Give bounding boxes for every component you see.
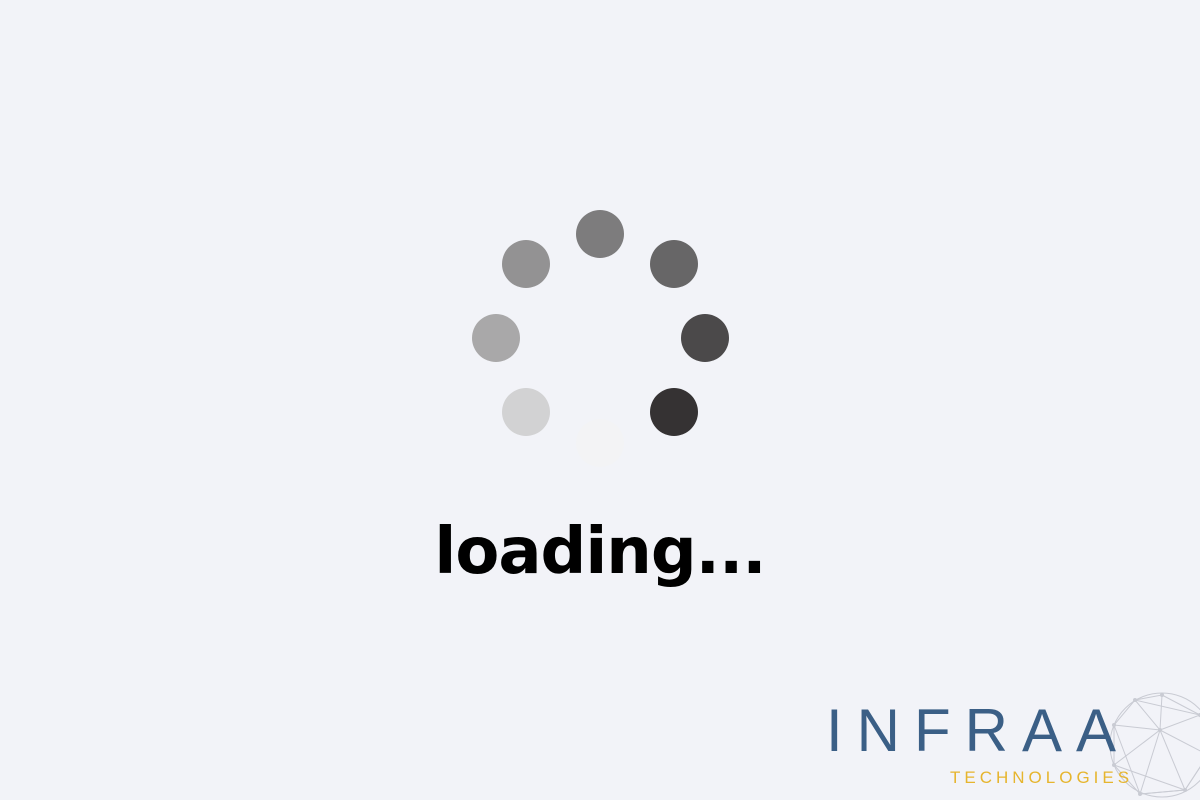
loading-screen: loading... INFRAA TECHNOLOGIES	[0, 0, 1200, 800]
spinner-dot	[576, 210, 624, 258]
brand-tagline: TECHNOLOGIES	[950, 768, 1134, 787]
spinner-dot	[502, 240, 550, 288]
spinner-dot	[472, 314, 520, 362]
loading-text: loading...	[434, 515, 766, 589]
spinner-dot	[681, 314, 729, 362]
loading-spinner	[470, 208, 730, 468]
spinner-dot	[502, 388, 550, 436]
spinner-dot	[650, 388, 698, 436]
spinner-dot	[650, 240, 698, 288]
brand-logo: INFRAA TECHNOLOGIES	[820, 690, 1200, 800]
spinner-dot	[576, 419, 624, 467]
brand-name: INFRAA	[826, 697, 1131, 764]
